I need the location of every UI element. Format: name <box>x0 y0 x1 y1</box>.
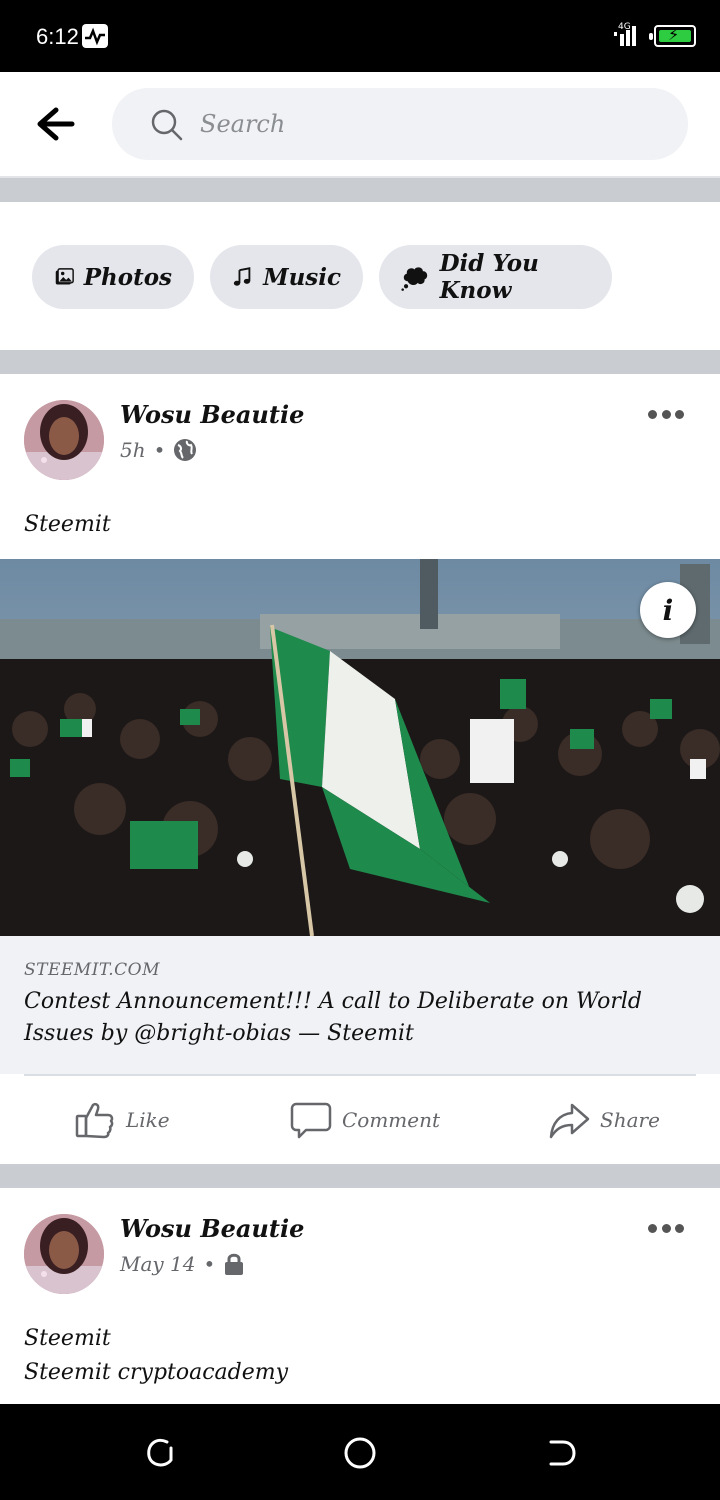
section-divider <box>0 178 720 202</box>
link-title: Contest Announcement!!! A call to Delibe… <box>24 989 642 1046</box>
share-label: Share <box>600 1108 660 1132</box>
post-card: Wosu Beautie 5h • Steemit i STEEMIT.COM … <box>0 374 720 1164</box>
link-preview-image[interactable]: i <box>0 559 720 936</box>
like-label: Like <box>126 1108 170 1132</box>
section-divider <box>0 350 720 374</box>
link-preview[interactable]: STEEMIT.COM Contest Announcement!!! A ca… <box>0 936 720 1074</box>
chip-label: Photos <box>83 263 172 291</box>
more-options-button[interactable] <box>648 410 684 426</box>
post-meta: May 14 • <box>120 1252 245 1276</box>
chip-did-you-know[interactable]: Did You Know <box>379 245 612 309</box>
thumbs-up-icon <box>75 1102 114 1139</box>
back-icon[interactable] <box>543 1436 577 1470</box>
search-icon <box>151 109 183 141</box>
battery-icon: ⚡ <box>649 25 696 47</box>
post-card: Wosu Beautie May 14 • Steemit Steemit cr… <box>0 1188 720 1404</box>
post-actions: Like Comment Share <box>0 1076 720 1164</box>
globe-icon <box>174 439 197 461</box>
search-bar[interactable]: Search <box>112 88 688 160</box>
author-name[interactable]: Wosu Beautie <box>120 400 304 429</box>
author-name[interactable]: Wosu Beautie <box>120 1214 304 1243</box>
post-meta: 5h • <box>120 438 197 462</box>
post-text: Steemit <box>24 512 111 537</box>
signal-icon: 4G <box>614 22 636 46</box>
chip-label: Music <box>263 263 341 291</box>
activity-icon <box>82 24 108 48</box>
chip-label: Did You Know <box>439 250 539 304</box>
post-time[interactable]: 5h <box>120 438 146 462</box>
chip-photos[interactable]: Photos <box>32 245 194 309</box>
search-placeholder: Search <box>200 110 286 138</box>
more-options-button[interactable] <box>648 1224 684 1240</box>
quick-filters: Photos Music Did You Know <box>0 202 720 350</box>
music-note-icon <box>233 267 251 286</box>
post-text-line: Steemit cryptoacademy <box>24 1360 289 1385</box>
lock-icon <box>225 1253 244 1275</box>
avatar[interactable] <box>24 1214 104 1294</box>
status-time: 6:12 <box>36 24 79 49</box>
share-button[interactable]: Share <box>548 1098 660 1142</box>
link-domain: STEEMIT.COM <box>24 960 161 980</box>
back-arrow-icon[interactable] <box>34 104 78 144</box>
status-bar: 6:12 4G ⚡ <box>0 0 720 72</box>
info-icon[interactable]: i <box>640 582 696 638</box>
separator-dot: • <box>203 1252 216 1276</box>
home-icon[interactable] <box>343 1436 377 1470</box>
recent-apps-icon[interactable] <box>143 1436 177 1470</box>
post-time[interactable]: May 14 <box>120 1252 196 1276</box>
section-divider <box>0 1164 720 1188</box>
comment-button[interactable]: Comment <box>290 1098 440 1142</box>
avatar[interactable] <box>24 400 104 480</box>
like-button[interactable]: Like <box>74 1098 170 1142</box>
share-icon <box>549 1103 590 1139</box>
photos-icon <box>55 268 74 285</box>
comment-label: Comment <box>342 1108 441 1132</box>
header: Search <box>0 72 720 178</box>
chip-music[interactable]: Music <box>210 245 363 309</box>
separator-dot: • <box>153 438 166 462</box>
thought-bubble-icon <box>401 267 428 291</box>
comment-icon <box>290 1102 332 1139</box>
post-text-line: Steemit <box>24 1326 111 1351</box>
system-nav-bar <box>0 1404 720 1500</box>
